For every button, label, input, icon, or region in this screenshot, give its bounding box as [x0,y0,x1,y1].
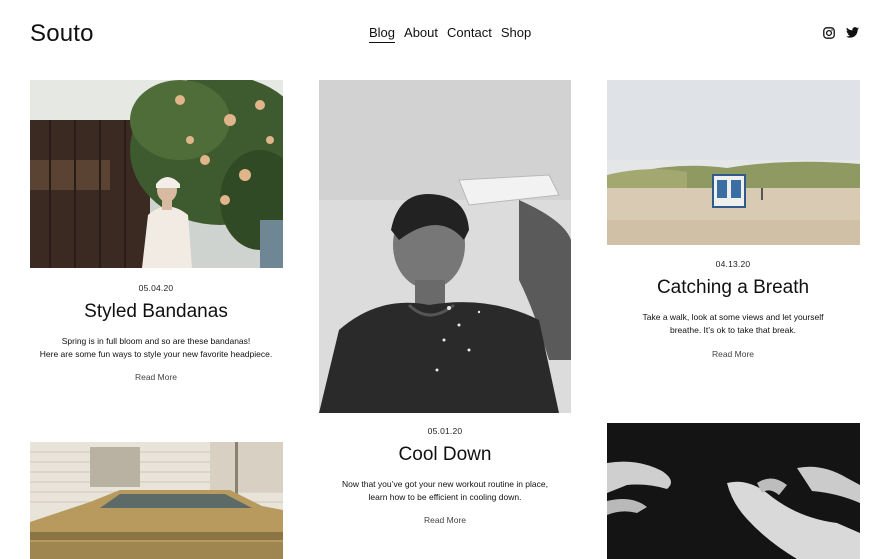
post-excerpt-line: Here are some fun ways to style your new… [39,348,273,359]
post-excerpt-line: Now that you’ve got your new workout rou… [341,479,548,489]
nav-item-about[interactable]: About [404,25,438,43]
post-date: 04.13.20 [715,259,751,269]
post-excerpt-line: Spring is in full bloom and so are these… [61,336,251,346]
nav-item-shop[interactable]: Shop [501,25,531,43]
post-date: 05.04.20 [138,283,174,293]
main-nav: Blog About Contact Shop [369,25,531,43]
twitter-icon[interactable] [846,27,859,38]
post-image-hands[interactable] [607,423,860,559]
post-excerpt-line: breathe. It’s ok to take that break. [669,324,796,335]
post-title[interactable]: Catching a Breath [607,277,859,299]
read-more-link[interactable]: Read More [607,349,859,359]
post-excerpt-line: Take a walk, look at some views and let … [642,312,824,322]
post-image-cool-down[interactable] [319,80,571,413]
site-logo[interactable]: Souto [30,20,94,48]
read-more-link[interactable]: Read More [30,372,282,382]
post-title[interactable]: Cool Down [319,444,571,466]
post-excerpt: Spring is in full bloom and so are these… [30,335,282,360]
post-title[interactable]: Styled Bandanas [30,301,282,323]
post-image-catching-a-breath[interactable] [607,80,860,245]
post-image-styled-bandanas[interactable] [30,80,283,268]
post-image-vintage-car[interactable] [30,442,283,559]
post-excerpt-line: learn how to be efficient in cooling dow… [368,491,522,502]
nav-item-blog[interactable]: Blog [369,25,396,43]
read-more-link[interactable]: Read More [319,515,571,525]
instagram-icon[interactable] [823,27,835,39]
nav-item-contact[interactable]: Contact [447,25,492,43]
post-excerpt: Now that you’ve got your new workout rou… [319,478,571,503]
post-date: 05.01.20 [427,426,463,436]
post-excerpt: Take a walk, look at some views and let … [607,311,859,336]
